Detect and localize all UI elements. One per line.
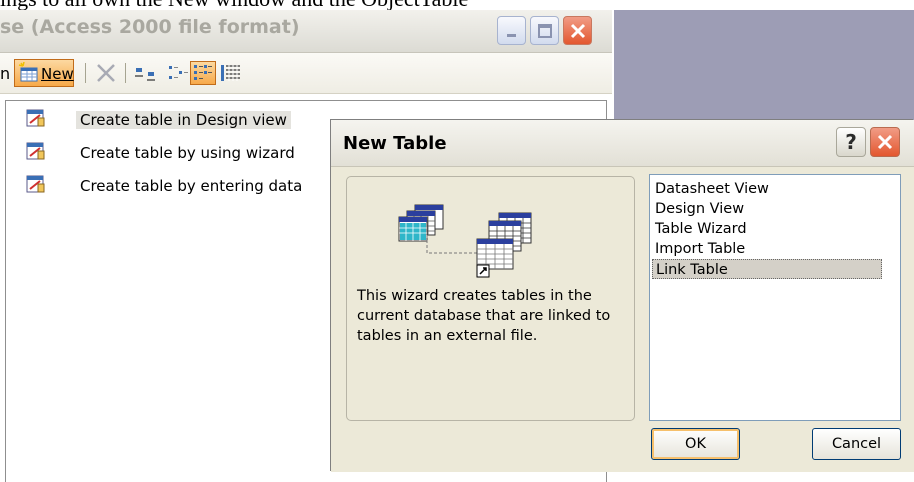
new-button-label: New bbox=[41, 65, 74, 83]
database-window-title: se (Access 2000 file format) bbox=[0, 16, 300, 38]
list-item-label: Create table in Design view bbox=[76, 111, 291, 129]
option-import-table[interactable]: Import Table bbox=[652, 239, 882, 259]
database-window-titlebar[interactable]: se (Access 2000 file format) bbox=[0, 10, 612, 53]
maximize-button[interactable] bbox=[530, 16, 559, 45]
dialog-close-button[interactable] bbox=[870, 127, 900, 157]
dialog-title: New Table bbox=[343, 133, 447, 154]
toolbar-partial-label: n bbox=[0, 64, 11, 83]
wizard-preview-panel: This wizard creates tables in the curren… bbox=[346, 176, 635, 421]
option-table-wizard[interactable]: Table Wizard bbox=[652, 219, 882, 239]
list-item-label: Create table by entering data bbox=[80, 177, 303, 195]
details-view-button[interactable] bbox=[218, 61, 244, 85]
list-view-button[interactable] bbox=[190, 61, 216, 85]
linked-tables-illustration bbox=[398, 204, 532, 278]
option-design-view[interactable]: Design View bbox=[652, 199, 882, 219]
list-item-label: Create table by using wizard bbox=[80, 144, 295, 162]
delete-icon bbox=[97, 64, 115, 82]
details-view-icon bbox=[221, 65, 240, 81]
new-table-dialog: New Table ? This wizard creates tables i… bbox=[331, 120, 914, 472]
option-datasheet-view[interactable]: Datasheet View bbox=[652, 179, 882, 199]
new-button[interactable]: New bbox=[14, 59, 74, 87]
new-table-icon bbox=[18, 62, 38, 82]
ok-button[interactable]: OK bbox=[651, 428, 740, 460]
close-icon bbox=[877, 134, 893, 150]
database-toolbar: n New bbox=[0, 53, 612, 94]
minimize-button[interactable] bbox=[497, 16, 526, 45]
table-object-icon bbox=[26, 142, 45, 160]
wizard-description: This wizard creates tables in the curren… bbox=[357, 288, 611, 344]
dialog-titlebar[interactable]: New Table ? bbox=[331, 120, 914, 167]
table-type-listbox[interactable]: Datasheet View Design View Table Wizard … bbox=[649, 174, 901, 421]
toolbar-separator bbox=[85, 63, 86, 83]
cancel-button[interactable]: Cancel bbox=[812, 428, 901, 460]
close-button[interactable] bbox=[563, 16, 592, 45]
help-button[interactable]: ? bbox=[836, 127, 866, 157]
large-icons-view-icon bbox=[135, 68, 155, 81]
table-object-icon bbox=[26, 109, 45, 127]
table-object-icon bbox=[26, 175, 45, 193]
maximize-icon bbox=[538, 24, 552, 38]
background-caption: ings to all own the New window and the O… bbox=[0, 0, 914, 10]
small-icons-button[interactable] bbox=[165, 61, 191, 85]
small-icons-view-icon bbox=[169, 66, 188, 79]
minimize-icon bbox=[507, 34, 516, 37]
close-icon bbox=[570, 23, 586, 39]
option-link-table[interactable]: Link Table bbox=[652, 259, 882, 279]
help-icon: ? bbox=[845, 130, 857, 154]
large-icons-button[interactable] bbox=[133, 61, 159, 85]
list-view-icon bbox=[194, 65, 212, 80]
delete-button[interactable] bbox=[93, 61, 119, 85]
toolbar-separator bbox=[125, 63, 126, 83]
